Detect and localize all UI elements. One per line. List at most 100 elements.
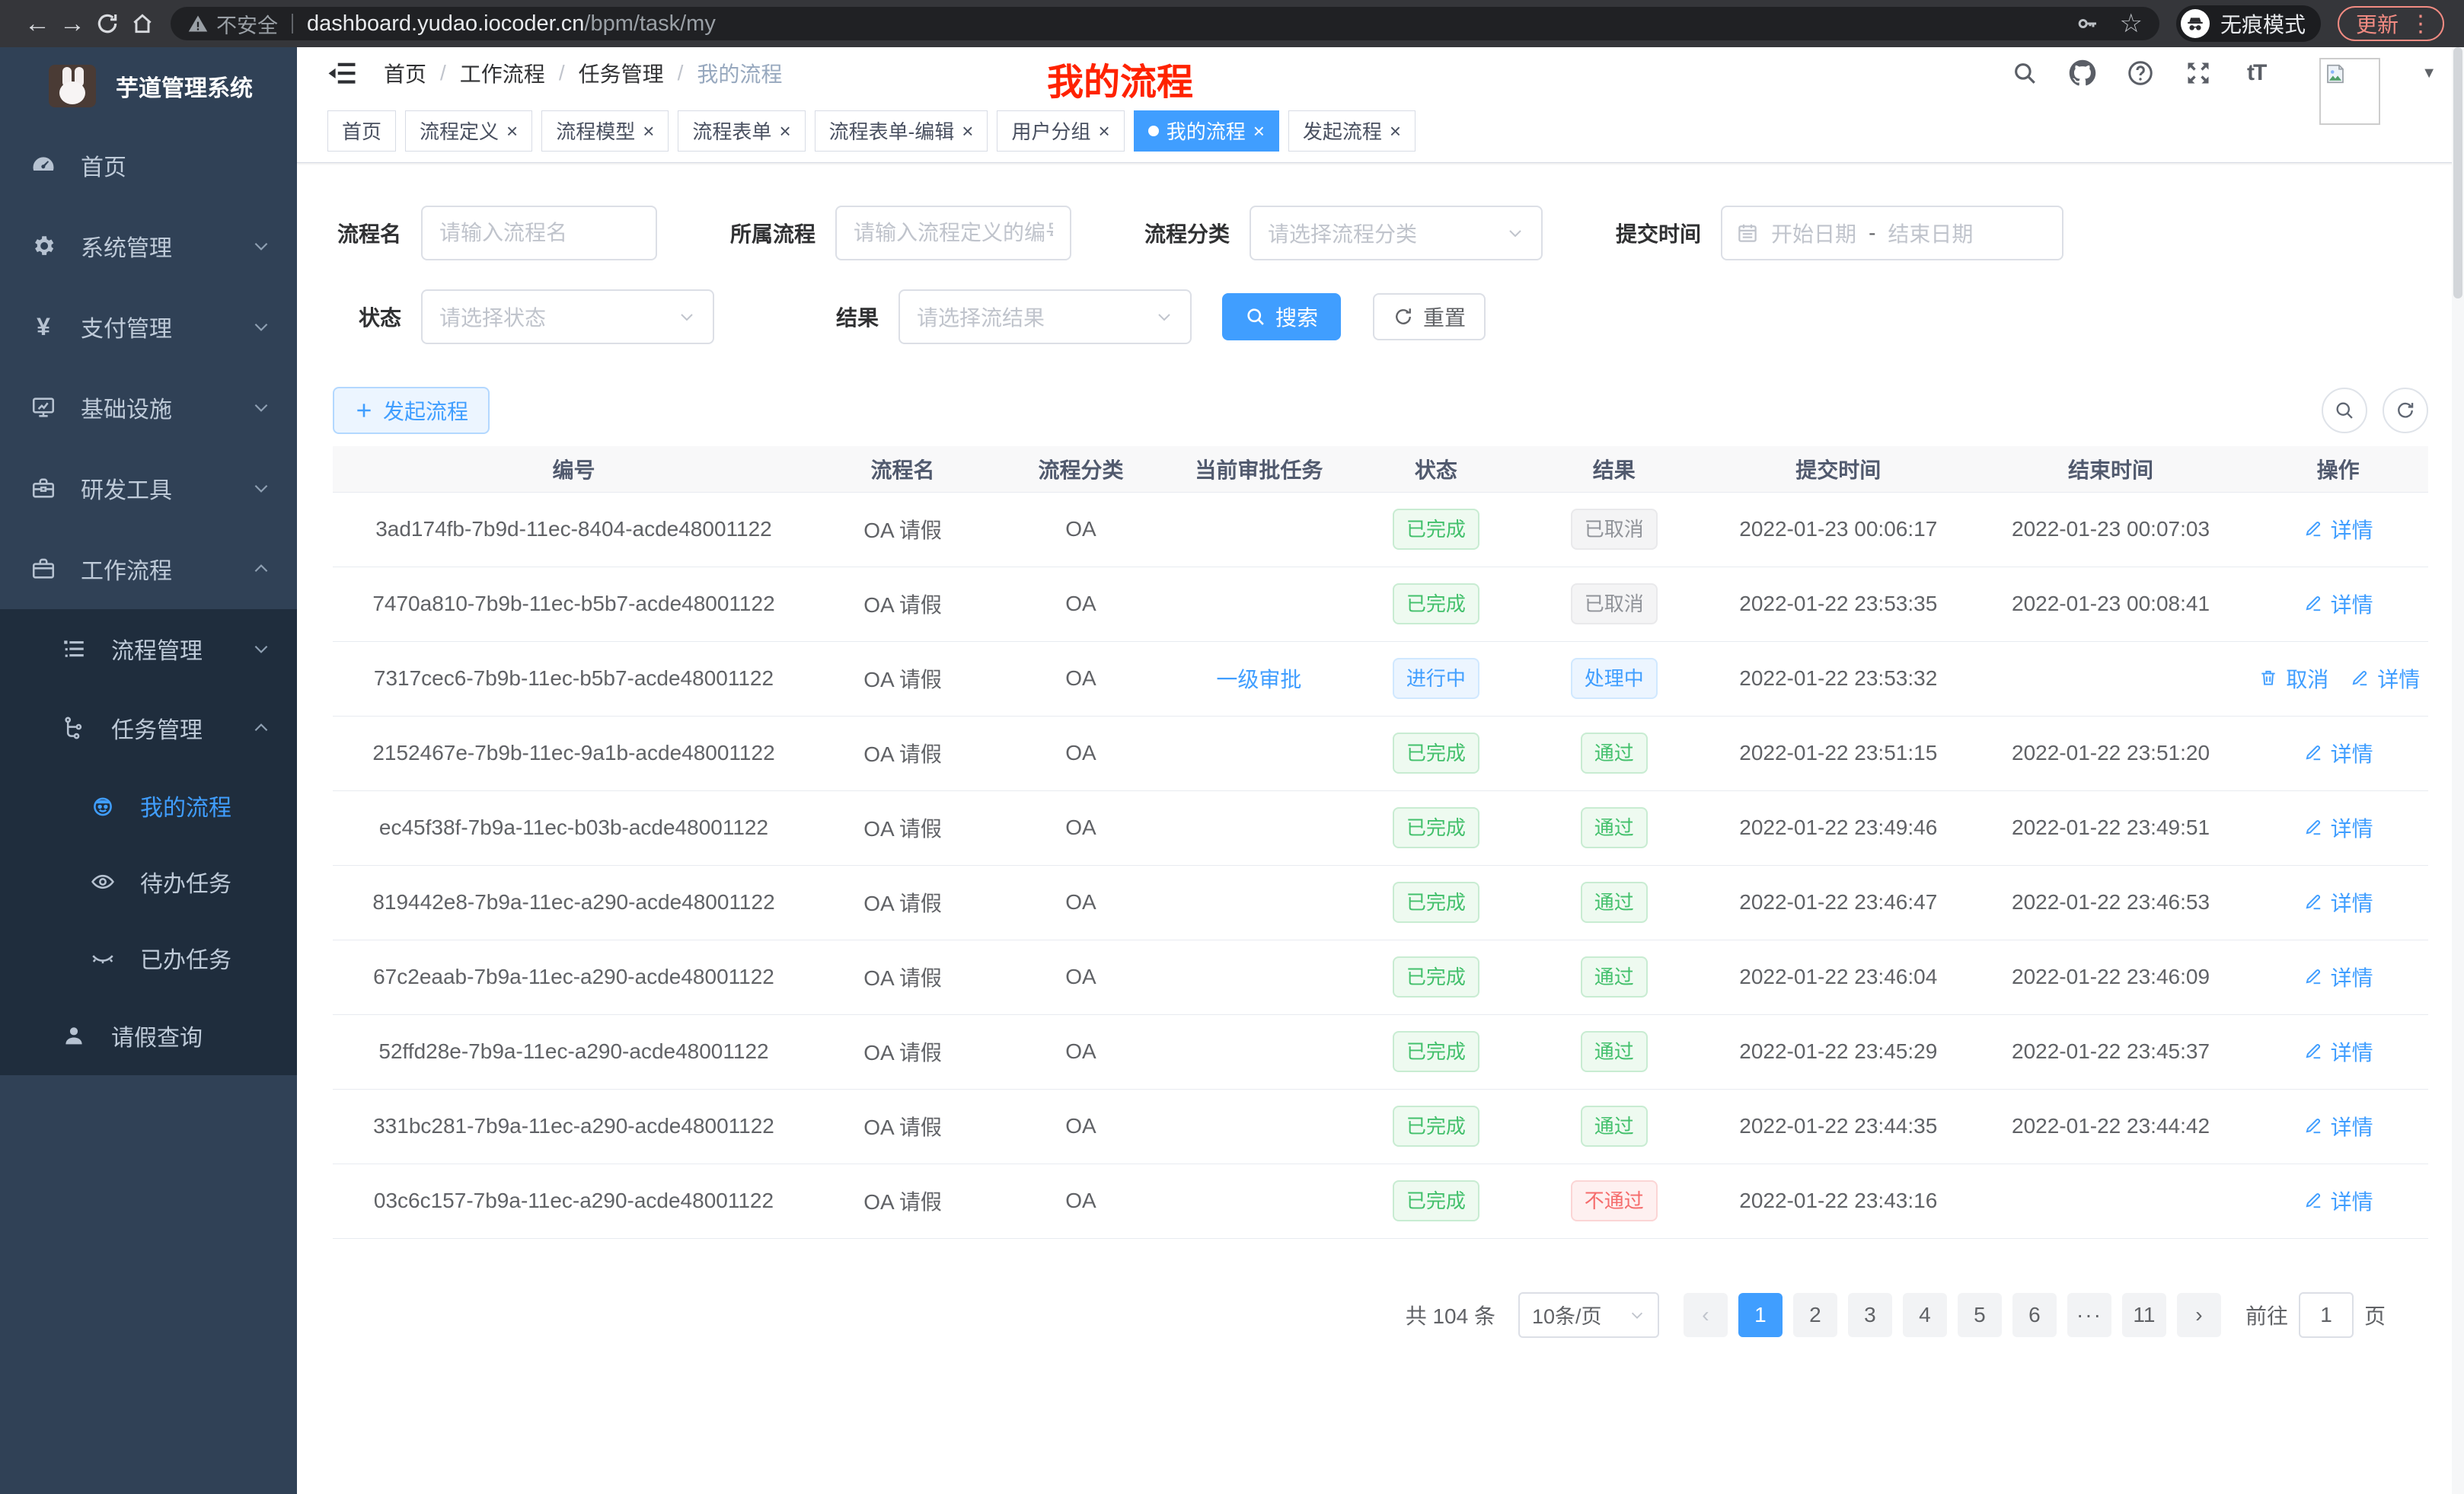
sidebar-item-leave-query[interactable]: 请假查询	[0, 996, 297, 1075]
status-select[interactable]: 请选择状态	[421, 289, 714, 344]
security-warning[interactable]: 不安全	[187, 9, 278, 39]
sidebar-item-infrastructure[interactable]: 基础设施	[0, 367, 297, 448]
tab-item[interactable]: 首页	[327, 110, 396, 152]
cell-status: 已完成	[1347, 1014, 1525, 1089]
browser-home-icon[interactable]	[125, 6, 160, 41]
github-icon[interactable]	[2068, 59, 2097, 88]
detail-action[interactable]: 详情	[2303, 1036, 2373, 1067]
tab-item[interactable]: 流程模型×	[541, 110, 669, 152]
bookmark-star-icon[interactable]: ☆	[2119, 8, 2142, 39]
detail-action[interactable]: 详情	[2350, 663, 2420, 694]
tab-close-icon[interactable]: ×	[506, 121, 518, 141]
tab-close-icon[interactable]: ×	[643, 121, 654, 141]
sidebar-item-process-management[interactable]: 流程管理	[0, 609, 297, 688]
fullscreen-icon[interactable]	[2184, 59, 2213, 88]
tab-item[interactable]: 用户分组×	[997, 110, 1124, 152]
detail-action[interactable]: 详情	[2303, 812, 2373, 843]
monitor-icon	[29, 393, 58, 422]
parent-process-input[interactable]	[835, 206, 1071, 260]
breadcrumb-home[interactable]: 首页	[384, 58, 426, 88]
sidebar-item-system[interactable]: 系统管理	[0, 206, 297, 286]
detail-action[interactable]: 详情	[2303, 738, 2373, 768]
sidebar-item-done-tasks[interactable]: 已办任务	[0, 920, 297, 996]
tab-item[interactable]: 流程表单×	[678, 110, 805, 152]
current-task-link[interactable]: 一级审批	[1216, 663, 1301, 694]
action-label: 详情	[2331, 589, 2373, 619]
breadcrumb-separator: /	[559, 61, 565, 85]
refresh-table-icon-button[interactable]	[2383, 388, 2428, 433]
page-size-select[interactable]: 10条/页	[1518, 1292, 1659, 1338]
cell-name: OA 请假	[815, 1014, 991, 1089]
cell-result: 通过	[1525, 1014, 1703, 1089]
page-button[interactable]: 2	[1793, 1293, 1837, 1337]
app-logo-row[interactable]: 芋道管理系统	[0, 47, 297, 125]
sidebar-item-todo-tasks[interactable]: 待办任务	[0, 844, 297, 920]
detail-action[interactable]: 详情	[2303, 1186, 2373, 1216]
browser-menu-icon[interactable]: ⋮	[2409, 11, 2432, 37]
cell-category: OA	[991, 1089, 1171, 1164]
detail-action[interactable]: 详情	[2303, 589, 2373, 619]
scrollbar-thumb[interactable]	[2453, 47, 2462, 298]
goto-page-input[interactable]	[2299, 1292, 2354, 1338]
tab-item[interactable]: 发起流程×	[1288, 110, 1416, 152]
sidebar-item-workflow[interactable]: 工作流程	[0, 528, 297, 609]
breadcrumb-task-management[interactable]: 任务管理	[579, 58, 664, 88]
page-button[interactable]: 6	[2012, 1293, 2057, 1337]
page-button[interactable]: 1	[1738, 1293, 1783, 1337]
sidebar-item-payment[interactable]: ¥ 支付管理	[0, 286, 297, 367]
scrollbar[interactable]	[2452, 47, 2464, 1494]
tab-item[interactable]: 流程定义×	[405, 110, 532, 152]
sidebar-item-task-management[interactable]: 任务管理	[0, 688, 297, 768]
avatar[interactable]	[2319, 58, 2380, 125]
next-page-button[interactable]: ›	[2177, 1293, 2221, 1337]
sidebar-collapse-icon[interactable]	[326, 57, 358, 89]
detail-action[interactable]: 详情	[2303, 962, 2373, 992]
sidebar-item-label: 首页	[81, 148, 126, 182]
tab-close-icon[interactable]: ×	[779, 121, 790, 141]
breadcrumb-current: 我的流程	[697, 58, 782, 88]
header-search-icon[interactable]	[2010, 59, 2039, 88]
browser-reload-icon[interactable]	[90, 6, 125, 41]
password-key-icon[interactable]	[2075, 11, 2099, 36]
help-icon[interactable]	[2126, 59, 2155, 88]
page-button[interactable]: 5	[1958, 1293, 2002, 1337]
tab-close-icon[interactable]: ×	[1099, 121, 1110, 141]
prev-page-button[interactable]: ‹	[1684, 1293, 1728, 1337]
reset-button[interactable]: 重置	[1373, 293, 1486, 340]
cell-task	[1171, 1014, 1347, 1089]
result-select[interactable]: 请选择流结果	[898, 289, 1192, 344]
toggle-search-icon-button[interactable]	[2322, 388, 2367, 433]
tab-close-icon[interactable]: ×	[1253, 121, 1265, 141]
cell-status: 已完成	[1347, 1164, 1525, 1238]
search-button[interactable]: 搜索	[1222, 293, 1341, 340]
breadcrumb-workflow[interactable]: 工作流程	[460, 58, 545, 88]
page-button[interactable]: 4	[1903, 1293, 1947, 1337]
sidebar-item-my-processes[interactable]: 我的流程	[0, 768, 297, 844]
tab-close-icon[interactable]: ×	[1390, 121, 1401, 141]
browser-update-button[interactable]: 更新 ⋮	[2338, 6, 2444, 41]
sidebar-item-home[interactable]: 首页	[0, 125, 297, 206]
tab-item[interactable]: 流程表单-编辑×	[815, 110, 988, 152]
create-process-button[interactable]: 发起流程	[333, 387, 490, 434]
avatar-dropdown-caret-icon[interactable]: ▼	[2421, 65, 2437, 82]
sidebar-item-dev-tools[interactable]: 研发工具	[0, 448, 297, 528]
page-button[interactable]: 3	[1848, 1293, 1892, 1337]
tab-item[interactable]: 我的流程×	[1134, 110, 1279, 152]
chevron-down-icon	[251, 236, 271, 256]
submit-time-range-picker[interactable]: 开始日期 - 结束日期	[1721, 206, 2063, 260]
page-button[interactable]: 11	[2122, 1293, 2166, 1337]
detail-action[interactable]: 详情	[2303, 1111, 2373, 1141]
category-select[interactable]: 请选择流程分类	[1250, 206, 1543, 260]
process-name-input[interactable]	[421, 206, 657, 260]
cancel-action[interactable]: 取消	[2258, 663, 2328, 694]
browser-forward-icon[interactable]: →	[55, 6, 90, 41]
calendar-icon	[1736, 222, 1759, 244]
font-size-icon[interactable]: tT	[2242, 59, 2271, 88]
more-pages-icon[interactable]: ···	[2067, 1293, 2111, 1337]
goto-label: 前往	[2245, 1300, 2288, 1330]
detail-action[interactable]: 详情	[2303, 514, 2373, 544]
browser-back-icon[interactable]: ←	[20, 6, 55, 41]
tab-close-icon[interactable]: ×	[962, 121, 973, 141]
address-bar[interactable]: 不安全 dashboard.yudao.iocoder.cn/bpm/task/…	[171, 7, 2159, 40]
detail-action[interactable]: 详情	[2303, 887, 2373, 918]
